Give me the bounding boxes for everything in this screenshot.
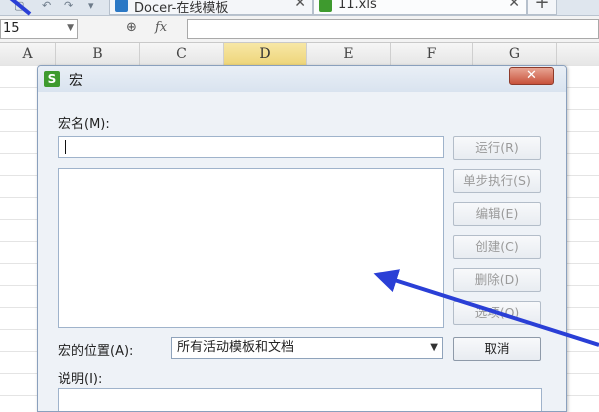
column-header-e[interactable]: E — [307, 43, 391, 65]
create-button[interactable]: 创建(C) — [453, 235, 541, 259]
step-into-button[interactable]: 单步执行(S) — [453, 169, 541, 193]
text-caret — [65, 140, 66, 154]
close-icon[interactable]: ✕ — [294, 0, 306, 11]
macro-dialog: S 宏 ✕ 宏名(M): 运行(R) 单步执行(S) 编辑(E) 创建(C) 删… — [37, 65, 567, 412]
column-header-a[interactable]: A — [0, 43, 56, 65]
description-box — [58, 388, 542, 411]
dialog-titlebar[interactable]: S 宏 ✕ — [38, 66, 566, 92]
fx-icon[interactable]: fx — [155, 20, 167, 35]
chevron-down-icon[interactable]: ▼ — [430, 338, 438, 358]
cancel-button[interactable]: 取消 — [453, 337, 541, 361]
macro-list[interactable] — [58, 168, 444, 328]
close-button[interactable]: ✕ — [509, 67, 554, 85]
column-header-b[interactable]: B — [56, 43, 140, 65]
tab-spreadsheet[interactable]: 11.xls ✕ — [313, 0, 527, 15]
docer-icon — [115, 0, 128, 12]
tab-label: Docer-在线模板 — [134, 1, 229, 16]
dialog-title: 宏 — [69, 73, 83, 89]
wps-spreadsheet-icon: S — [44, 71, 60, 87]
spreadsheet-icon — [319, 0, 332, 12]
edit-button[interactable]: 编辑(E) — [453, 202, 541, 226]
new-tab-button[interactable]: + — [527, 0, 557, 15]
close-icon[interactable]: ✕ — [508, 0, 520, 11]
name-box-value: 15 — [3, 21, 20, 36]
tab-label: 11.xls — [338, 0, 377, 12]
tab-bar: ▢ ↶ ↷ ▾ Docer-在线模板 ✕ 11.xls ✕ + — [0, 0, 599, 16]
chevron-down-icon[interactable]: ▾ — [88, 0, 94, 12]
tab-docer[interactable]: Docer-在线模板 ✕ — [109, 0, 313, 15]
chevron-down-icon[interactable]: ▼ — [67, 19, 74, 37]
run-button[interactable]: 运行(R) — [453, 136, 541, 160]
formula-bar: 15 ▼ ⊕ fx — [0, 16, 599, 43]
column-header-g[interactable]: G — [473, 43, 557, 65]
column-header-c[interactable]: C — [140, 43, 224, 65]
macro-location-select[interactable]: 所有活动模板和文档 ▼ — [171, 337, 443, 359]
macro-name-label: 宏名(M): — [58, 117, 110, 132]
column-header-d[interactable]: D — [224, 43, 307, 65]
undo-icon[interactable]: ↶ — [42, 0, 51, 12]
redo-icon[interactable]: ↷ — [64, 0, 73, 12]
macro-location-label: 宏的位置(A): — [58, 344, 134, 359]
macro-name-input[interactable] — [58, 136, 444, 158]
column-headers: A B C D E F G — [0, 43, 599, 66]
save-icon[interactable]: ▢ — [14, 0, 24, 12]
description-label: 说明(I): — [58, 372, 103, 387]
name-box[interactable]: 15 ▼ — [0, 19, 78, 39]
formula-input[interactable] — [187, 19, 599, 39]
macro-location-value: 所有活动模板和文档 — [177, 340, 295, 355]
zoom-icon[interactable]: ⊕ — [126, 20, 137, 35]
delete-button[interactable]: 删除(D) — [453, 268, 541, 292]
column-header-f[interactable]: F — [391, 43, 473, 65]
options-button[interactable]: 选项(O) — [453, 301, 541, 325]
